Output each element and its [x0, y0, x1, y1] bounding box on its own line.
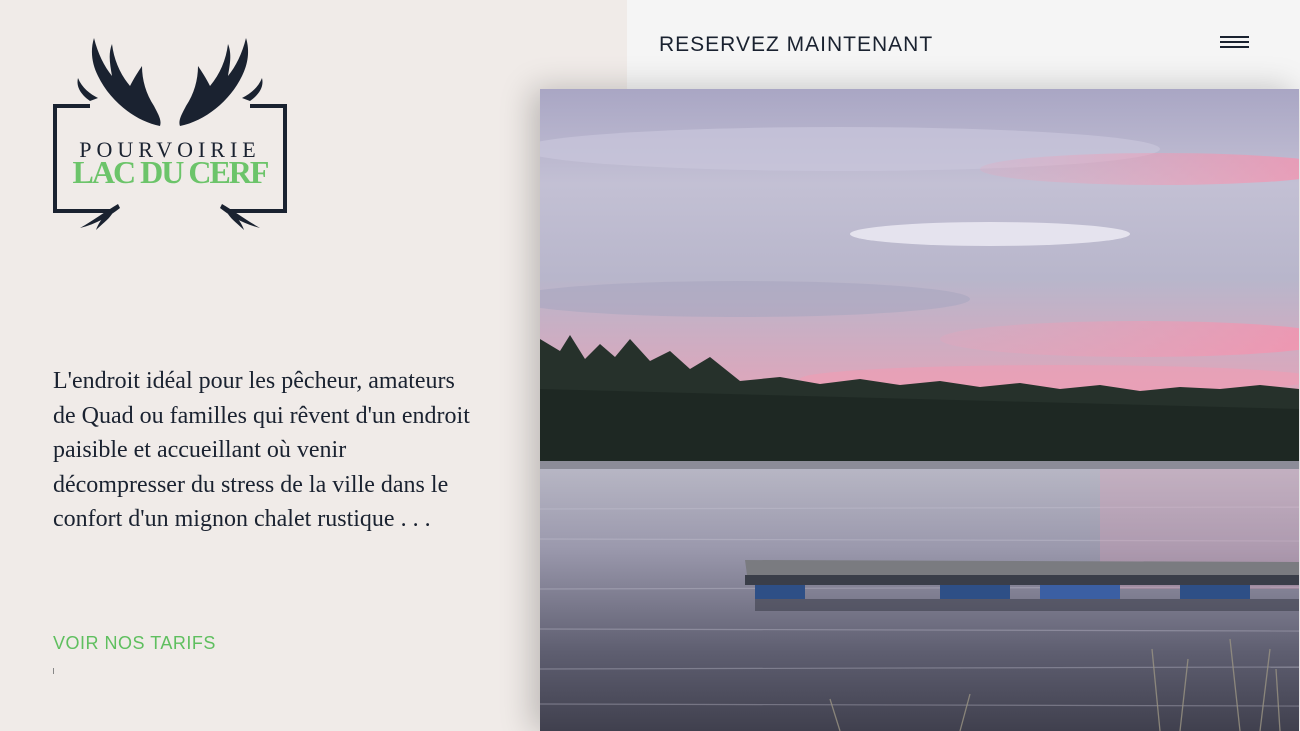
hero-photo — [540, 89, 1299, 731]
site-logo[interactable]: POURVOIRIE LAC DU CERF — [50, 36, 290, 232]
intro-paragraph: L'endroit idéal pour les pêcheur, amateu… — [53, 368, 470, 533]
page: RESERVEZ MAINTENANT POURVOIRIE LAC DU CE… — [0, 0, 1300, 731]
view-rates-link[interactable]: VOIR NOS TARIFS — [53, 633, 216, 654]
lake-dock-sunset-photo — [540, 89, 1299, 731]
scroll-marker — [53, 668, 54, 674]
antlers-icon — [53, 38, 287, 230]
hamburger-menu-icon[interactable] — [1220, 36, 1252, 54]
logo-line-lac-du-cerf: LAC DU CERF — [72, 154, 270, 190]
reserve-now-link[interactable]: RESERVEZ MAINTENANT — [659, 33, 933, 57]
